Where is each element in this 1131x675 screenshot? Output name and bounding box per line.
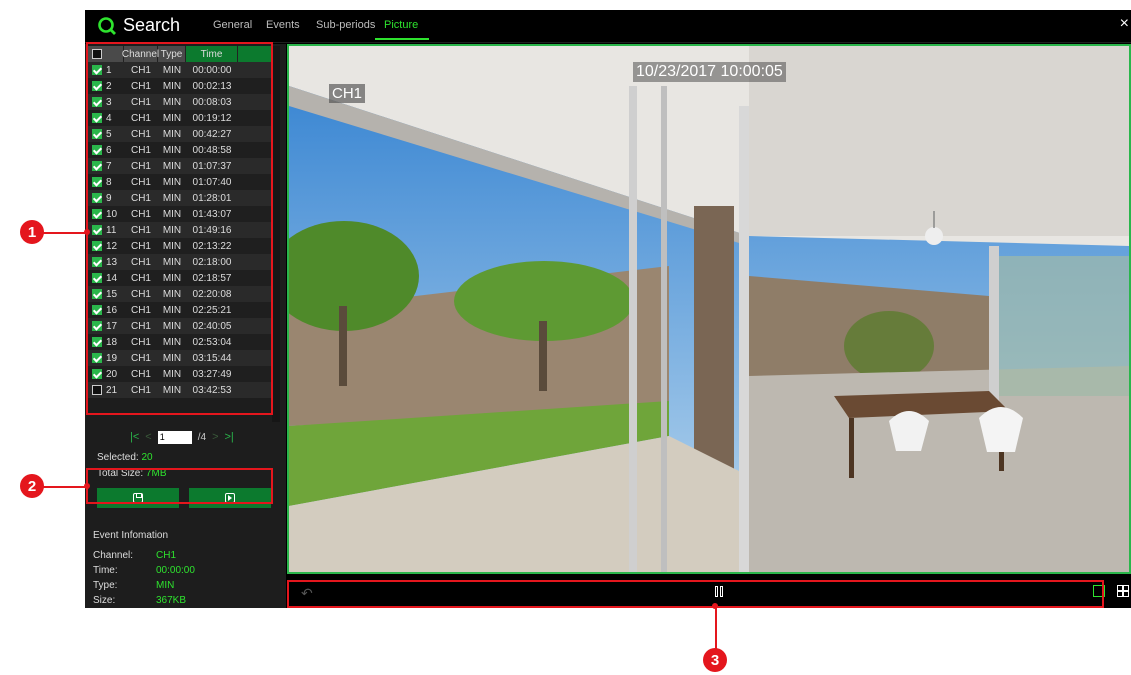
callout-dot-3	[712, 603, 718, 609]
picture-preview[interactable]: 10/23/2017 10:00:05 CH1	[287, 44, 1131, 574]
callout-leader-1	[42, 232, 86, 234]
top-bar: Search General Events Sub-periods Pictur…	[85, 10, 1131, 43]
first-page-icon[interactable]: |<	[130, 431, 139, 443]
selected-value: 20	[141, 452, 153, 463]
camera-snapshot	[289, 46, 1129, 572]
close-button[interactable]: ×	[1120, 15, 1129, 33]
event-size-row: Size: 367KB	[93, 595, 186, 606]
app-title: Search	[123, 15, 181, 35]
tab-picture[interactable]: Picture	[384, 19, 418, 31]
callout-marker-1: 1	[20, 220, 44, 244]
event-size-value: 367KB	[156, 595, 187, 606]
next-page-icon[interactable]: >	[212, 431, 218, 443]
callout-leader-3	[715, 606, 717, 654]
event-time-label: Time:	[93, 565, 118, 576]
tab-general[interactable]: General	[213, 19, 252, 31]
selected-info: Selected: 20	[97, 452, 153, 463]
prev-page-icon[interactable]: <	[145, 431, 151, 443]
quad-view-icon[interactable]	[1117, 585, 1129, 597]
event-type-value: MIN	[156, 580, 175, 591]
callout-marker-2: 2	[20, 474, 44, 498]
event-channel-label: Channel:	[93, 550, 134, 561]
event-channel-value: CH1	[156, 550, 177, 561]
callout-dot-1	[84, 229, 90, 235]
event-type-label: Type:	[93, 580, 118, 591]
page-total: /4	[197, 431, 207, 443]
last-page-icon[interactable]: >|	[225, 431, 234, 443]
event-size-label: Size:	[93, 595, 116, 606]
table-scrollbar[interactable]	[272, 46, 280, 422]
callout-frame-3	[287, 580, 1104, 608]
video-timestamp: 10/23/2017 10:00:05	[633, 62, 786, 82]
selected-label: Selected:	[97, 452, 139, 463]
event-type-row: Type: MIN	[93, 580, 174, 591]
active-tab-underline	[375, 38, 429, 40]
tab-sub-periods[interactable]: Sub-periods	[316, 19, 375, 31]
callout-frame-2	[86, 468, 273, 504]
callout-frame-1	[86, 42, 273, 415]
event-time-value: 00:00:00	[156, 565, 195, 576]
pager: |< < /4 > >|	[130, 430, 234, 444]
callout-leader-2	[42, 486, 86, 488]
tab-events[interactable]: Events	[266, 19, 300, 31]
event-channel-row: Channel: CH1	[93, 550, 176, 561]
callout-dot-2	[84, 483, 90, 489]
callout-marker-3: 3	[703, 648, 727, 672]
event-info-title: Event Infomation	[93, 530, 169, 541]
video-channel-label: CH1	[329, 84, 366, 103]
search-icon	[98, 17, 116, 35]
event-time-row: Time: 00:00:00	[93, 565, 195, 576]
page-number-input[interactable]	[157, 430, 192, 444]
